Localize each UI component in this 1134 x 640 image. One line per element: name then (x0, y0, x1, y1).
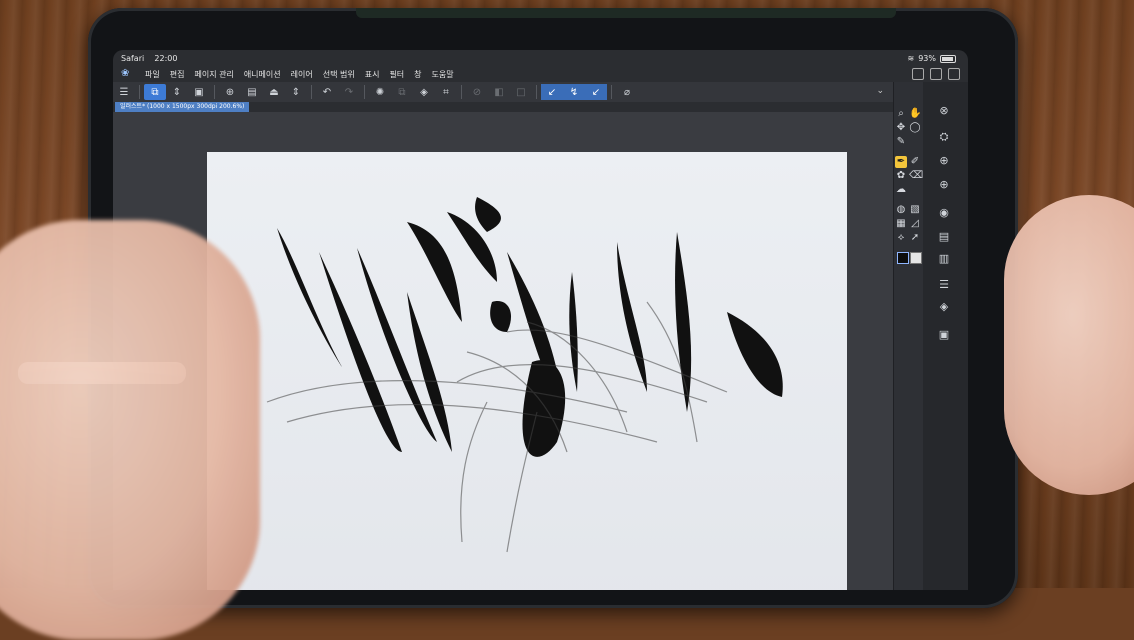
clip-studio-logo-icon[interactable]: ❀ (121, 68, 139, 80)
tool-panel: ⌕ ✋ ✥ ◯ ✎ ✒ ✐ ✿ ⌫ ☁ ◍ ▧ ▦ ◿ ⟡ ➚ (893, 82, 924, 590)
side-command-panel: ⊗ ⛭ ⊕ ⊕ ◉ ▤ ▥ ☰ ◈ ▣ (923, 82, 968, 590)
add-layer-icon[interactable]: ⊕ (937, 154, 951, 168)
sub-view-icon[interactable]: ▤ (937, 230, 951, 244)
back-to-app[interactable]: Safari (121, 54, 144, 63)
menu-filter[interactable]: 필터 (389, 69, 404, 80)
menu-selection[interactable]: 선택 범위 (323, 69, 355, 80)
reference-icon[interactable]: ⌀ (616, 84, 638, 100)
menu-view[interactable]: 표시 (365, 69, 380, 80)
material-icon[interactable]: ▥ (937, 252, 951, 266)
brush-icon[interactable]: ✐ (909, 156, 921, 168)
canvas-tab-row: 일러스트* (1000 x 1500px 300dpi 200.6%) (113, 102, 893, 112)
menu-help[interactable]: 도움말 (432, 69, 454, 80)
battery-icon (940, 54, 956, 63)
new-canvas-icon[interactable]: ⧉ (144, 84, 166, 100)
object-select-icon[interactable]: ➚ (909, 232, 921, 244)
layer-search-icon[interactable]: ◈ (937, 300, 951, 314)
right-hand (1004, 195, 1134, 495)
sort-icon[interactable]: ⇕ (285, 84, 307, 100)
redo-icon[interactable]: ↷ (338, 84, 360, 100)
chevron-down-icon[interactable]: ⌄ (876, 86, 884, 96)
eraser-icon[interactable]: ⌫ (909, 170, 923, 182)
gallery-icon[interactable]: ▣ (188, 84, 210, 100)
frame-border-icon[interactable]: ▦ (895, 218, 907, 230)
pen-b-icon[interactable]: ↯ (563, 84, 585, 100)
keyboard-case-edge (356, 8, 896, 18)
ruler-icon[interactable]: ◿ (909, 218, 921, 230)
status-time: 22:00 (154, 54, 178, 63)
window-buttons (912, 68, 960, 80)
settings-icon[interactable] (930, 68, 942, 80)
background-color-swatch[interactable] (910, 252, 922, 264)
menu-window[interactable]: 창 (414, 69, 421, 80)
gradient-icon[interactable]: ▧ (909, 204, 921, 216)
mask-icon[interactable]: ◧ (488, 84, 510, 100)
navigator-icon[interactable]: ◉ (937, 206, 951, 220)
fill-icon[interactable]: ◈ (413, 84, 435, 100)
menu-page[interactable]: 페이지 관리 (194, 69, 233, 80)
menu-edit[interactable]: 편집 (170, 69, 185, 80)
menu-bar: ❀ 파일 편집 페이지 관리 애니메이션 레이어 선택 범위 표시 필터 창 도… (113, 66, 968, 82)
crop-icon[interactable]: ⌗ (435, 84, 457, 100)
undo-icon[interactable]: ↶ (316, 84, 338, 100)
vector-layer-icon[interactable]: ⊕ (937, 178, 951, 192)
clear-icon[interactable]: ⊘ (466, 84, 488, 100)
layers-stack-icon[interactable]: ☰ (937, 278, 951, 292)
frame-icon[interactable]: □ (510, 84, 532, 100)
status-left: Safari 22:00 (121, 54, 177, 63)
layer-property-icon[interactable]: ⛭ (937, 130, 951, 144)
loading-icon[interactable]: ✺ (369, 84, 391, 100)
balloon-icon[interactable]: ⟡ (895, 232, 907, 244)
status-bar: Safari 22:00 ≋ 93% (113, 50, 968, 66)
close-icon[interactable] (948, 68, 960, 80)
blend-icon[interactable]: ☁ (895, 184, 907, 196)
status-right: ≋ 93% (908, 54, 956, 63)
new-icon[interactable]: ⊕ (219, 84, 241, 100)
airbrush-icon[interactable]: ✿ (895, 170, 907, 182)
drawing-paper[interactable] (207, 152, 847, 590)
menu-animation[interactable]: 애니메이션 (244, 69, 281, 80)
menu-file[interactable]: 파일 (145, 69, 160, 80)
battery-percent: 93% (918, 54, 936, 63)
history-icon[interactable]: ▣ (937, 328, 951, 342)
brush-strokes (266, 197, 783, 553)
canvas-tab[interactable]: 일러스트* (1000 x 1500px 300dpi 200.6%) (115, 102, 250, 112)
foreground-color-swatch[interactable] (897, 252, 909, 264)
hand-icon[interactable]: ✋ (909, 108, 921, 120)
close-panel-icon[interactable]: ⊗ (937, 104, 951, 118)
command-bar: ☰ ⧉ ⇕ ▣ ⊕ ▤ ⏏ ⇕ ↶ ↷ ✺ ⧉ ◈ ⌗ ⊘ ◧ □ ↙ ↯ ↙ … (113, 82, 968, 102)
fullscreen-icon[interactable] (912, 68, 924, 80)
pen-icon[interactable]: ✒ (895, 156, 907, 168)
left-hand (0, 220, 260, 640)
layer-toggle-icon[interactable]: ⇕ (166, 84, 188, 100)
move-icon[interactable]: ✥ (895, 122, 907, 134)
copy-icon[interactable]: ⧉ (391, 84, 413, 100)
fill-bucket-icon[interactable]: ◍ (895, 204, 907, 216)
save-icon[interactable]: ⏏ (263, 84, 285, 100)
pen-c-icon[interactable]: ↙ (585, 84, 607, 100)
menu-layer[interactable]: 레이어 (291, 69, 313, 80)
menu-icon[interactable]: ☰ (113, 84, 135, 100)
pen-a-icon[interactable]: ↙ (541, 84, 563, 100)
zoom-icon[interactable]: ⌕ (895, 108, 907, 120)
eyedropper-icon[interactable]: ✎ (895, 136, 907, 148)
open-icon[interactable]: ▤ (241, 84, 263, 100)
lasso-icon[interactable]: ◯ (909, 122, 921, 134)
wifi-icon: ≋ (907, 54, 915, 63)
